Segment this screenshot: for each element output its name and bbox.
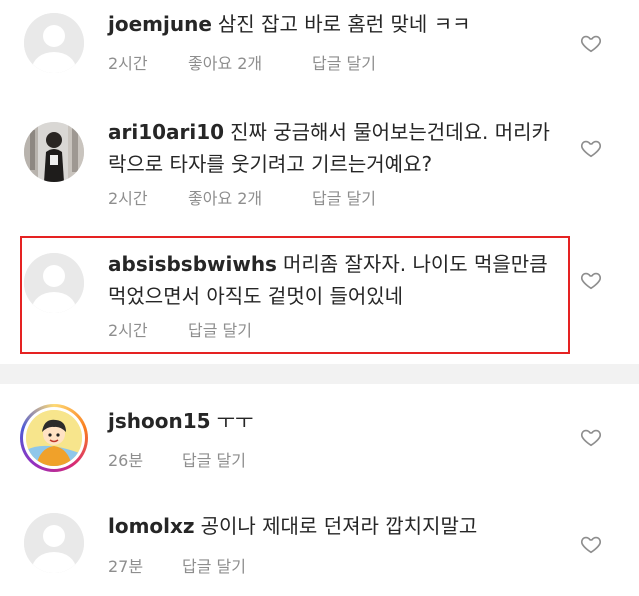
comment-meta: 2시간 답글 달기 <box>108 317 252 341</box>
avatar <box>26 410 82 466</box>
story-ring-avatar[interactable] <box>20 404 88 472</box>
heart-outline-icon[interactable] <box>580 533 602 555</box>
photo-avatar-icon <box>24 122 84 182</box>
comment-text-block: jshoon15 ㅜㅜ <box>108 405 568 437</box>
default-avatar-icon <box>24 513 84 573</box>
avatar[interactable] <box>24 13 84 73</box>
section-separator <box>0 364 639 384</box>
reply-button[interactable]: 답글 달기 <box>188 317 252 341</box>
comment-time: 2시간 <box>108 189 148 208</box>
comment-likes[interactable]: 좋아요 2개 <box>188 185 312 209</box>
comment-body: ㅜㅜ <box>216 409 254 433</box>
default-avatar-icon <box>24 13 84 73</box>
avatar[interactable] <box>24 513 84 573</box>
avatar[interactable] <box>24 122 84 182</box>
heart-outline-icon[interactable] <box>580 426 602 448</box>
reply-button[interactable]: 답글 달기 <box>312 185 376 209</box>
comment-username[interactable]: absisbsbwiwhs <box>108 252 277 276</box>
cartoon-avatar-icon <box>26 410 82 466</box>
comment-username[interactable]: lomolxz <box>108 514 195 538</box>
reply-button[interactable]: 답글 달기 <box>182 447 246 471</box>
story-ring-gap <box>23 407 85 469</box>
reply-button[interactable]: 답글 달기 <box>182 553 246 577</box>
avatar[interactable] <box>24 253 84 313</box>
comment-time: 2시간 <box>108 54 148 73</box>
comment-username[interactable]: jshoon15 <box>108 409 211 433</box>
heart-outline-icon[interactable] <box>580 32 602 54</box>
comment-meta: 2시간 좋아요 2개 답글 달기 <box>108 185 376 209</box>
comment-body: 삼진 잡고 바로 홈런 맞네 ㅋㅋ <box>217 12 471 36</box>
comment-text-block: absisbsbwiwhs 머리좀 잘자자. 나이도 먹을만큼 먹었으면서 아직도… <box>108 248 568 312</box>
reply-button[interactable]: 답글 달기 <box>312 50 376 74</box>
comment-username[interactable]: joemjune <box>108 12 212 36</box>
comment-time: 27분 <box>108 557 144 576</box>
comment-body: 공이나 제대로 던져라 깝치지말고 <box>200 514 478 538</box>
comment-meta: 27분 답글 달기 <box>108 553 246 577</box>
heart-outline-icon[interactable] <box>580 137 602 159</box>
comment-meta: 2시간 좋아요 2개 답글 달기 <box>108 50 376 74</box>
comment-text-block: ari10ari10 진짜 궁금해서 물어보는건데요. 머리카락으로 타자를 웃기… <box>108 116 568 180</box>
heart-outline-icon[interactable] <box>580 269 602 291</box>
comment-time: 26분 <box>108 451 144 470</box>
comment-time: 2시간 <box>108 321 148 340</box>
default-avatar-icon <box>24 253 84 313</box>
comment-meta: 26분 답글 달기 <box>108 447 246 471</box>
comment-text-block: joemjune 삼진 잡고 바로 홈런 맞네 ㅋㅋ <box>108 8 568 40</box>
comment-username[interactable]: ari10ari10 <box>108 120 224 144</box>
comment-text-block: lomolxz 공이나 제대로 던져라 깝치지말고 <box>108 510 568 542</box>
comment-likes[interactable]: 좋아요 2개 <box>188 50 312 74</box>
